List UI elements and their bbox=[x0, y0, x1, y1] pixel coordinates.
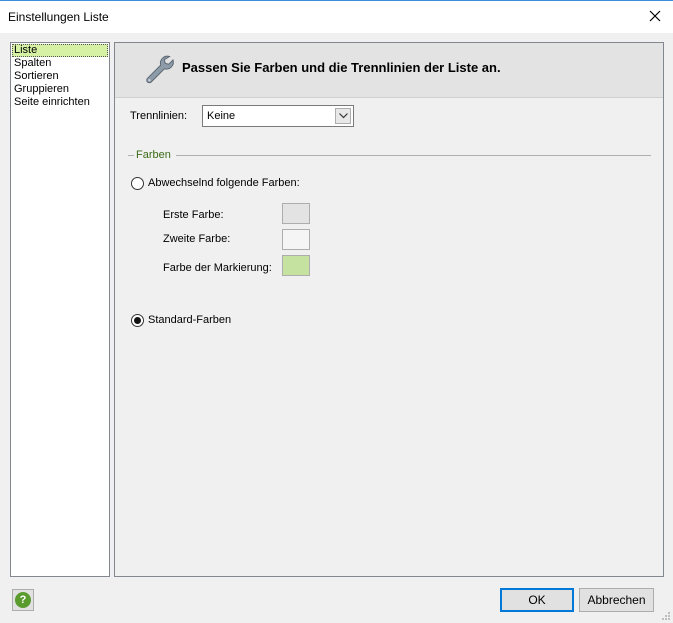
cancel-button[interactable]: Abbrechen bbox=[579, 588, 654, 612]
resize-grip-icon[interactable] bbox=[661, 611, 671, 621]
settings-panel: Passen Sie Farben und die Trennlinien de… bbox=[114, 42, 664, 577]
settings-navigation: Liste Spalten Sortieren Gruppieren Seite… bbox=[10, 42, 110, 577]
erste-farbe-label: Erste Farbe: bbox=[163, 209, 224, 221]
markierung-label: Farbe der Markierung: bbox=[163, 262, 272, 274]
window-title: Einstellungen Liste bbox=[8, 10, 109, 24]
trennlinien-select[interactable]: Keine bbox=[202, 105, 354, 127]
nav-item-spalten[interactable]: Spalten bbox=[11, 57, 109, 70]
zweite-farbe-swatch[interactable] bbox=[282, 229, 310, 250]
option-standard-label[interactable]: Standard-Farben bbox=[148, 314, 231, 326]
panel-header: Passen Sie Farben und die Trennlinien de… bbox=[115, 43, 663, 98]
group-divider-left bbox=[128, 155, 134, 156]
radio-standard-farben[interactable] bbox=[131, 314, 144, 327]
nav-item-liste[interactable]: Liste bbox=[12, 44, 108, 57]
wrench-icon bbox=[146, 55, 174, 84]
close-button[interactable] bbox=[643, 5, 667, 27]
help-icon: ? bbox=[15, 592, 31, 608]
title-bar: Einstellungen Liste bbox=[0, 0, 673, 33]
option-abwechselnd-label[interactable]: Abwechselnd folgende Farben: bbox=[148, 177, 300, 189]
nav-item-seite-einrichten[interactable]: Seite einrichten bbox=[11, 96, 109, 109]
chevron-down-icon bbox=[338, 113, 348, 119]
radio-abwechselnd[interactable] bbox=[131, 177, 144, 190]
nav-item-sortieren[interactable]: Sortieren bbox=[11, 70, 109, 83]
trennlinien-value: Keine bbox=[207, 110, 236, 122]
ok-button[interactable]: OK bbox=[500, 588, 574, 612]
group-divider bbox=[176, 155, 651, 156]
panel-heading: Passen Sie Farben und die Trennlinien de… bbox=[182, 60, 501, 75]
trennlinien-label: Trennlinien: bbox=[130, 110, 188, 122]
close-icon bbox=[649, 10, 661, 22]
markierung-swatch[interactable] bbox=[282, 255, 310, 276]
help-button[interactable]: ? bbox=[12, 589, 34, 611]
dropdown-button[interactable] bbox=[335, 108, 351, 124]
farben-group-title: Farben bbox=[136, 149, 171, 161]
zweite-farbe-label: Zweite Farbe: bbox=[163, 233, 231, 245]
nav-item-gruppieren[interactable]: Gruppieren bbox=[11, 83, 109, 96]
erste-farbe-swatch[interactable] bbox=[282, 203, 310, 224]
